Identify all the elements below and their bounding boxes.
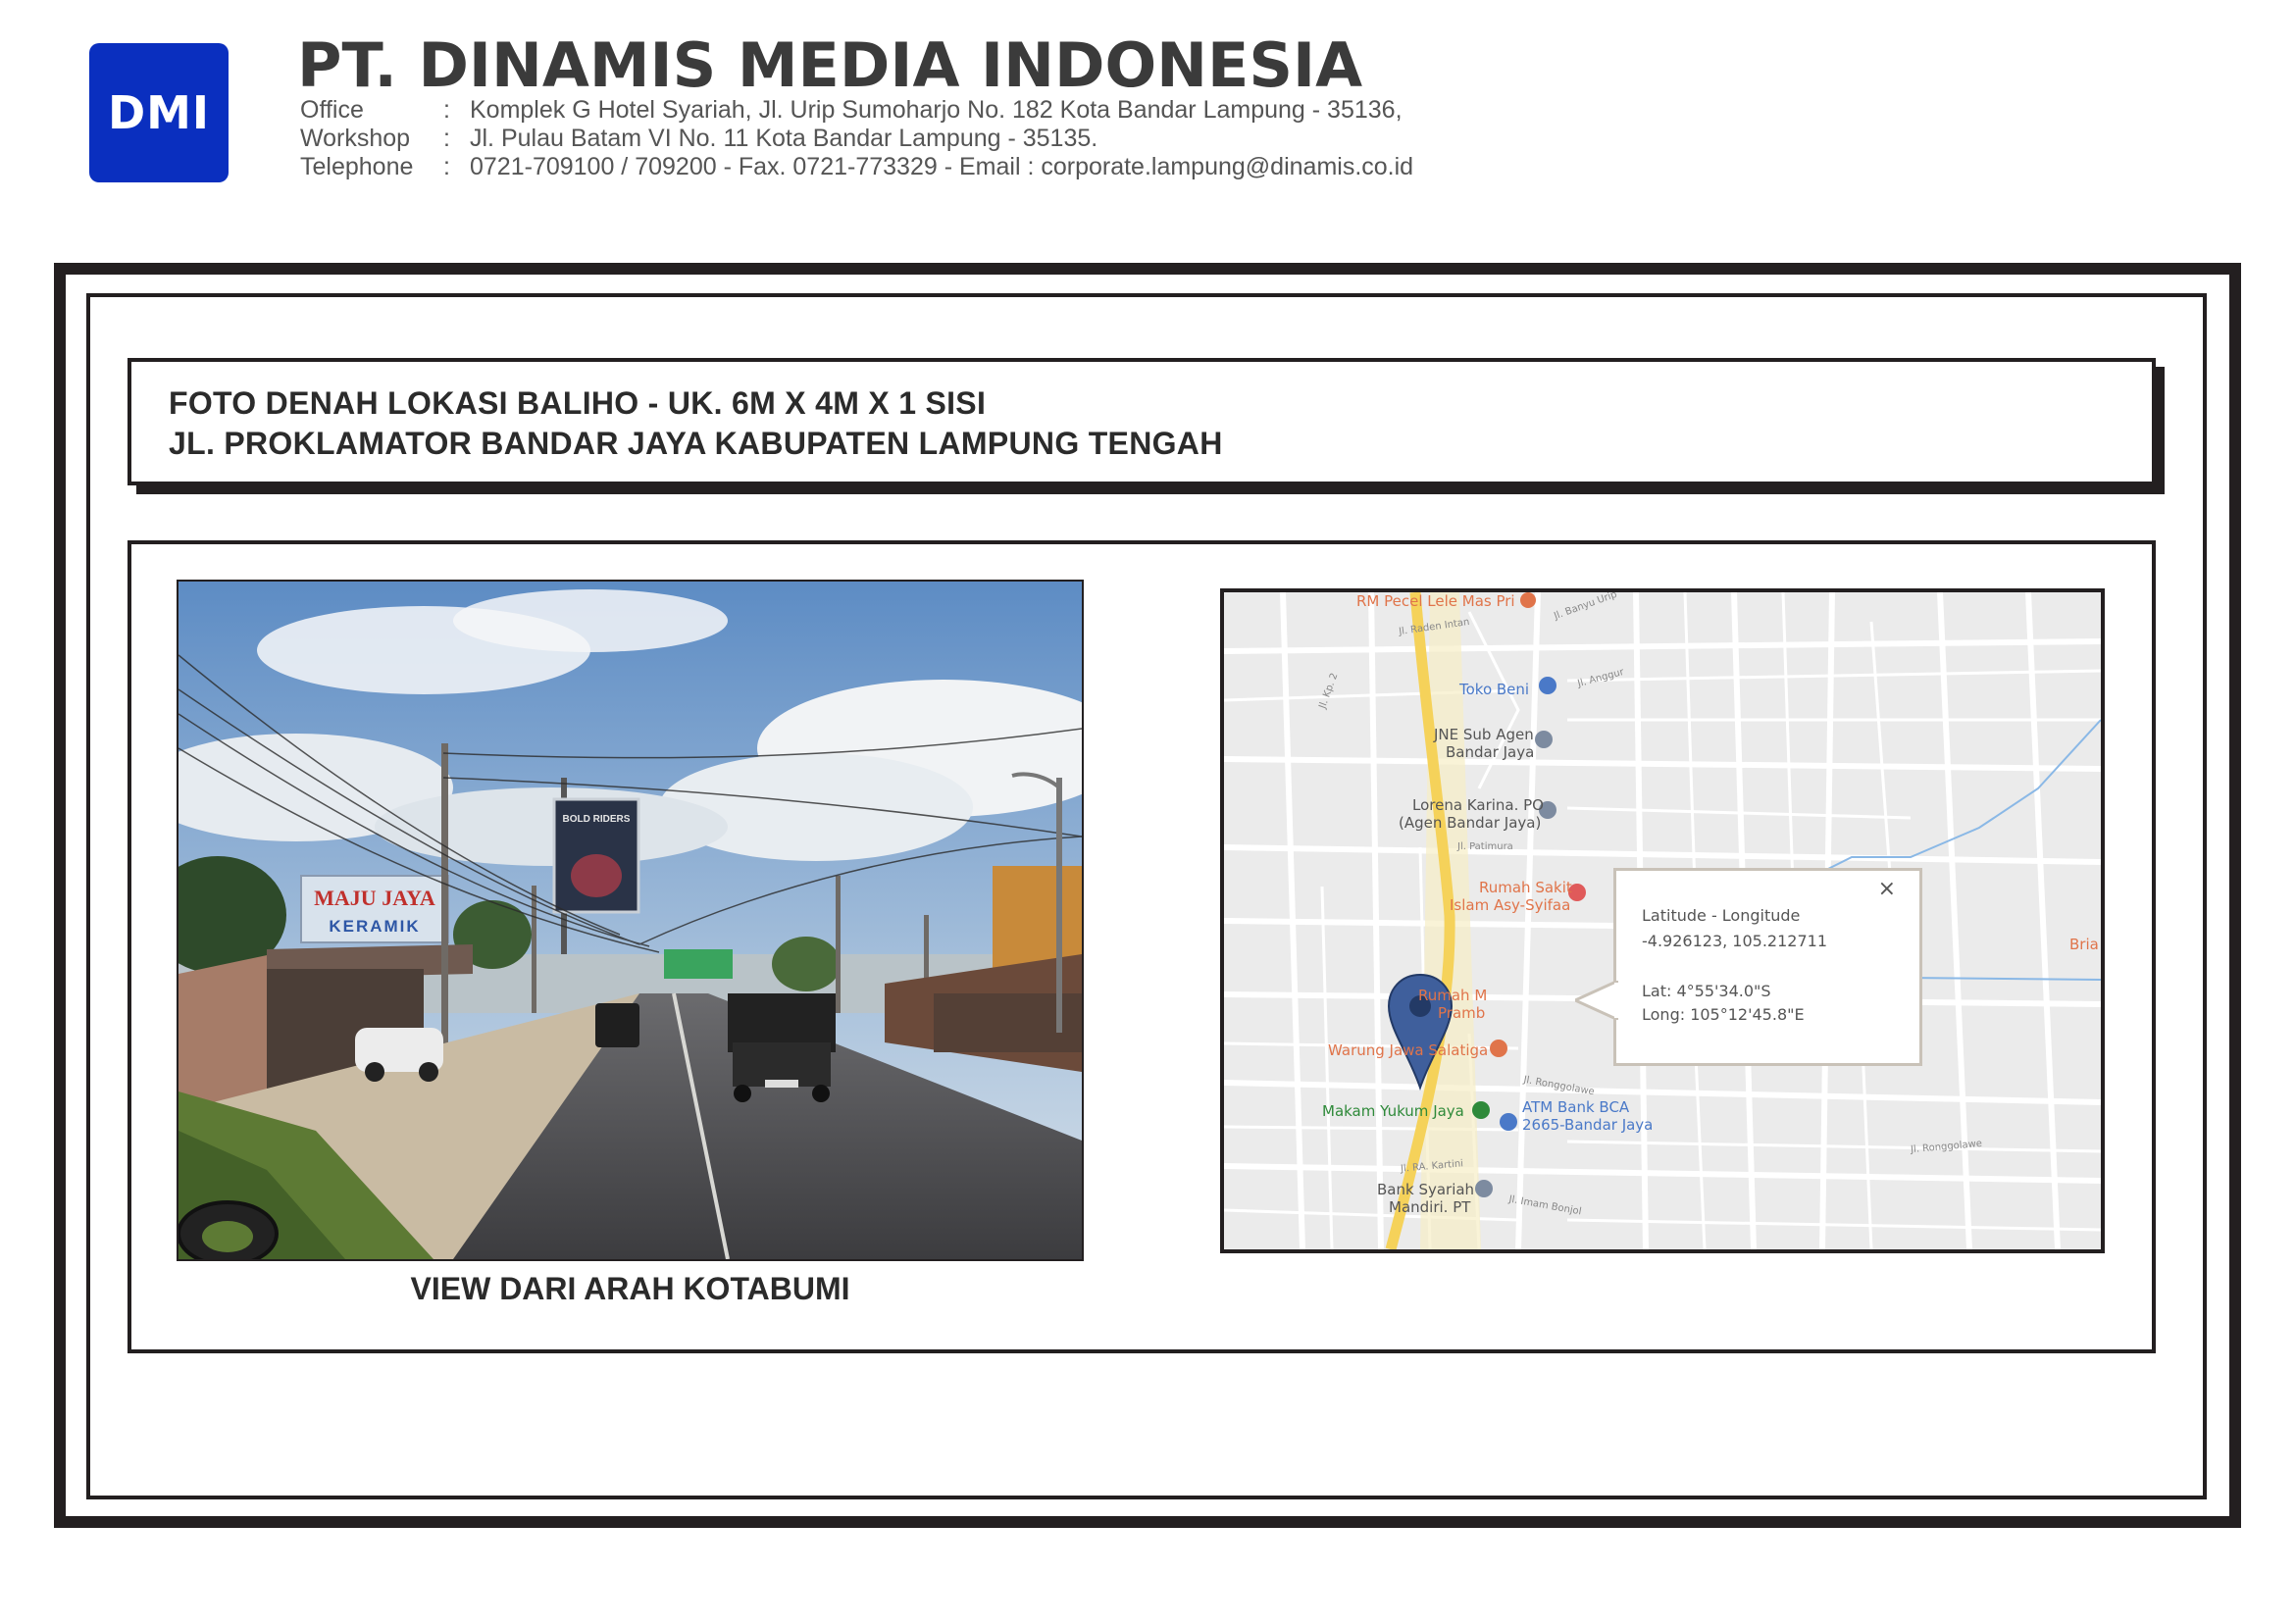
map-place-pramb[interactable]: Pramb — [1438, 1004, 1485, 1022]
office-address: Komplek G Hotel Syariah, Jl. Urip Sumoha… — [470, 96, 1403, 124]
map-place-atm-bca-sub[interactable]: 2665-Bandar Jaya — [1522, 1116, 1653, 1134]
office-separator: : — [443, 96, 450, 124]
workshop-label: Workshop — [300, 125, 411, 152]
popup-longitude: Long: 105°12'45.8"E — [1642, 1005, 1805, 1024]
telephone-separator: : — [443, 153, 450, 180]
photo-caption: VIEW DARI ARAH KOTABUMI — [410, 1271, 850, 1306]
popup-pointer — [1575, 981, 1618, 1020]
popup-decimal-coords: -4.926123, 105.212711 — [1642, 932, 1827, 950]
telephone-row: Telephone:0721-709100 / 709200 - Fax. 07… — [300, 152, 1413, 181]
popup-heading: Latitude - Longitude — [1642, 906, 1801, 925]
map-place-lorena[interactable]: Lorena Karina. PO — [1412, 796, 1544, 814]
map-place-warung-jawa[interactable]: Warung Jawa Salatiga — [1328, 1041, 1488, 1059]
billboard-text: BOLD RIDERS — [563, 814, 631, 825]
map-place-bank-syariah[interactable]: Bank Syariah — [1377, 1181, 1474, 1198]
map-place-toko-beni[interactable]: Toko Beni — [1459, 681, 1529, 698]
shop-sign-line2: KERAMIK — [329, 917, 420, 936]
street-label: Jl. Patimura — [1457, 841, 1513, 852]
title-line-2: JL. PROKLAMATOR BANDAR JAYA KABUPATEN LA… — [169, 426, 1223, 461]
company-logo: DMI — [89, 43, 229, 182]
location-photo: MAJU JAYA KERAMIK BOLD RIDERS — [177, 580, 1084, 1261]
map-place-rm-pecel-lele[interactable]: RM Pecel Lele Mas Pri — [1356, 592, 1515, 610]
map-place-makam-yukum[interactable]: Makam Yukum Jaya — [1322, 1102, 1464, 1120]
map-place-rumah-sakit-sub[interactable]: Islam Asy-Syifaa — [1450, 896, 1570, 914]
map-place-rumah-m[interactable]: Rumah M — [1418, 987, 1487, 1004]
map-place-atm-bca[interactable]: ATM Bank BCA — [1522, 1098, 1629, 1116]
workshop-separator: : — [443, 125, 450, 152]
office-row: Office: Komplek G Hotel Syariah, Jl. Urip… — [300, 95, 1403, 125]
map-place-jne-sub[interactable]: Bandar Jaya — [1446, 743, 1534, 761]
logo-text: DMI — [107, 86, 211, 139]
contact-details: 0721-709100 / 709200 - Fax. 0721-773329 … — [470, 153, 1414, 180]
close-icon[interactable]: × — [1878, 877, 1896, 901]
popup-latitude: Lat: 4°55'34.0"S — [1642, 982, 1771, 1000]
office-label: Office — [300, 96, 364, 124]
shop-sign-line1: MAJU JAYA — [314, 886, 435, 910]
map-place-jne[interactable]: JNE Sub Agen — [1434, 726, 1534, 743]
workshop-row: Workshop: Jl. Pulau Batam VI No. 11 Kota … — [300, 124, 1097, 153]
title-box: FOTO DENAH LOKASI BALIHO - UK. 6M X 4M X… — [128, 358, 2156, 485]
workshop-address: Jl. Pulau Batam VI No. 11 Kota Bandar La… — [470, 125, 1098, 152]
title-line-1: FOTO DENAH LOKASI BALIHO - UK. 6M X 4M X… — [169, 385, 987, 421]
map-place-rumah-sakit[interactable]: Rumah Sakit — [1479, 879, 1572, 896]
map-place-bria[interactable]: Bria — [2069, 936, 2099, 953]
company-name: PT. DINAMIS MEDIA INDONESIA — [297, 29, 1363, 101]
map-place-lorena-sub[interactable]: (Agen Bandar Jaya) — [1399, 814, 1541, 832]
telephone-label: Telephone — [300, 153, 414, 180]
coordinates-popup: × Latitude - Longitude -4.926123, 105.21… — [1575, 868, 1922, 1066]
map-place-bank-syariah-sub[interactable]: Mandiri. PT — [1389, 1198, 1470, 1216]
